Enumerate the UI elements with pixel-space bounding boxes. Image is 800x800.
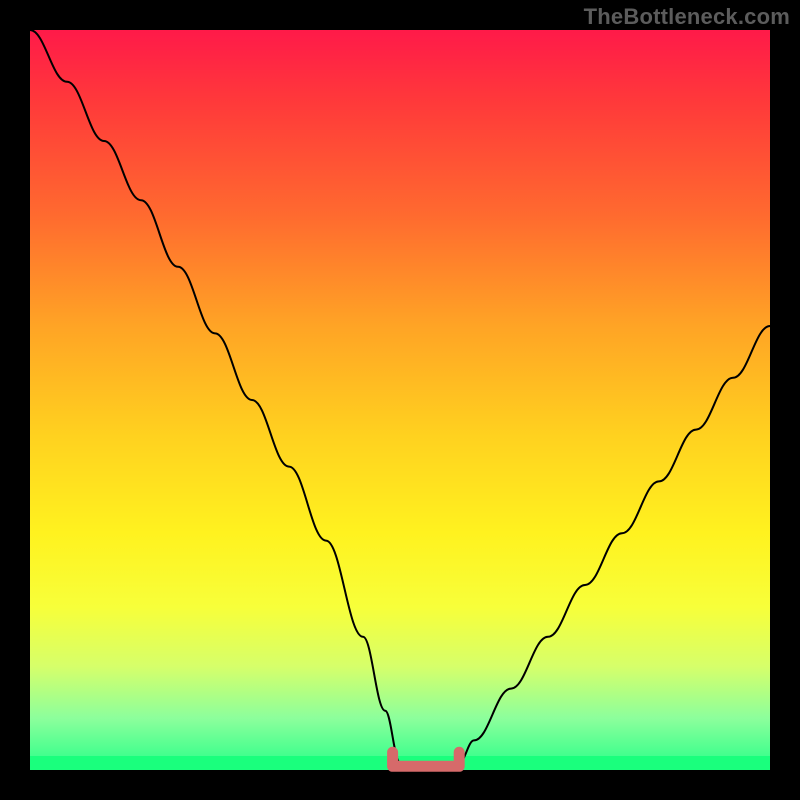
bottleneck-curve [30,30,770,770]
chart-svg [30,30,770,770]
chart-frame: TheBottleneck.com [0,0,800,800]
watermark-text: TheBottleneck.com [584,4,790,30]
plot-area [30,30,770,770]
optimum-bracket [393,752,460,766]
